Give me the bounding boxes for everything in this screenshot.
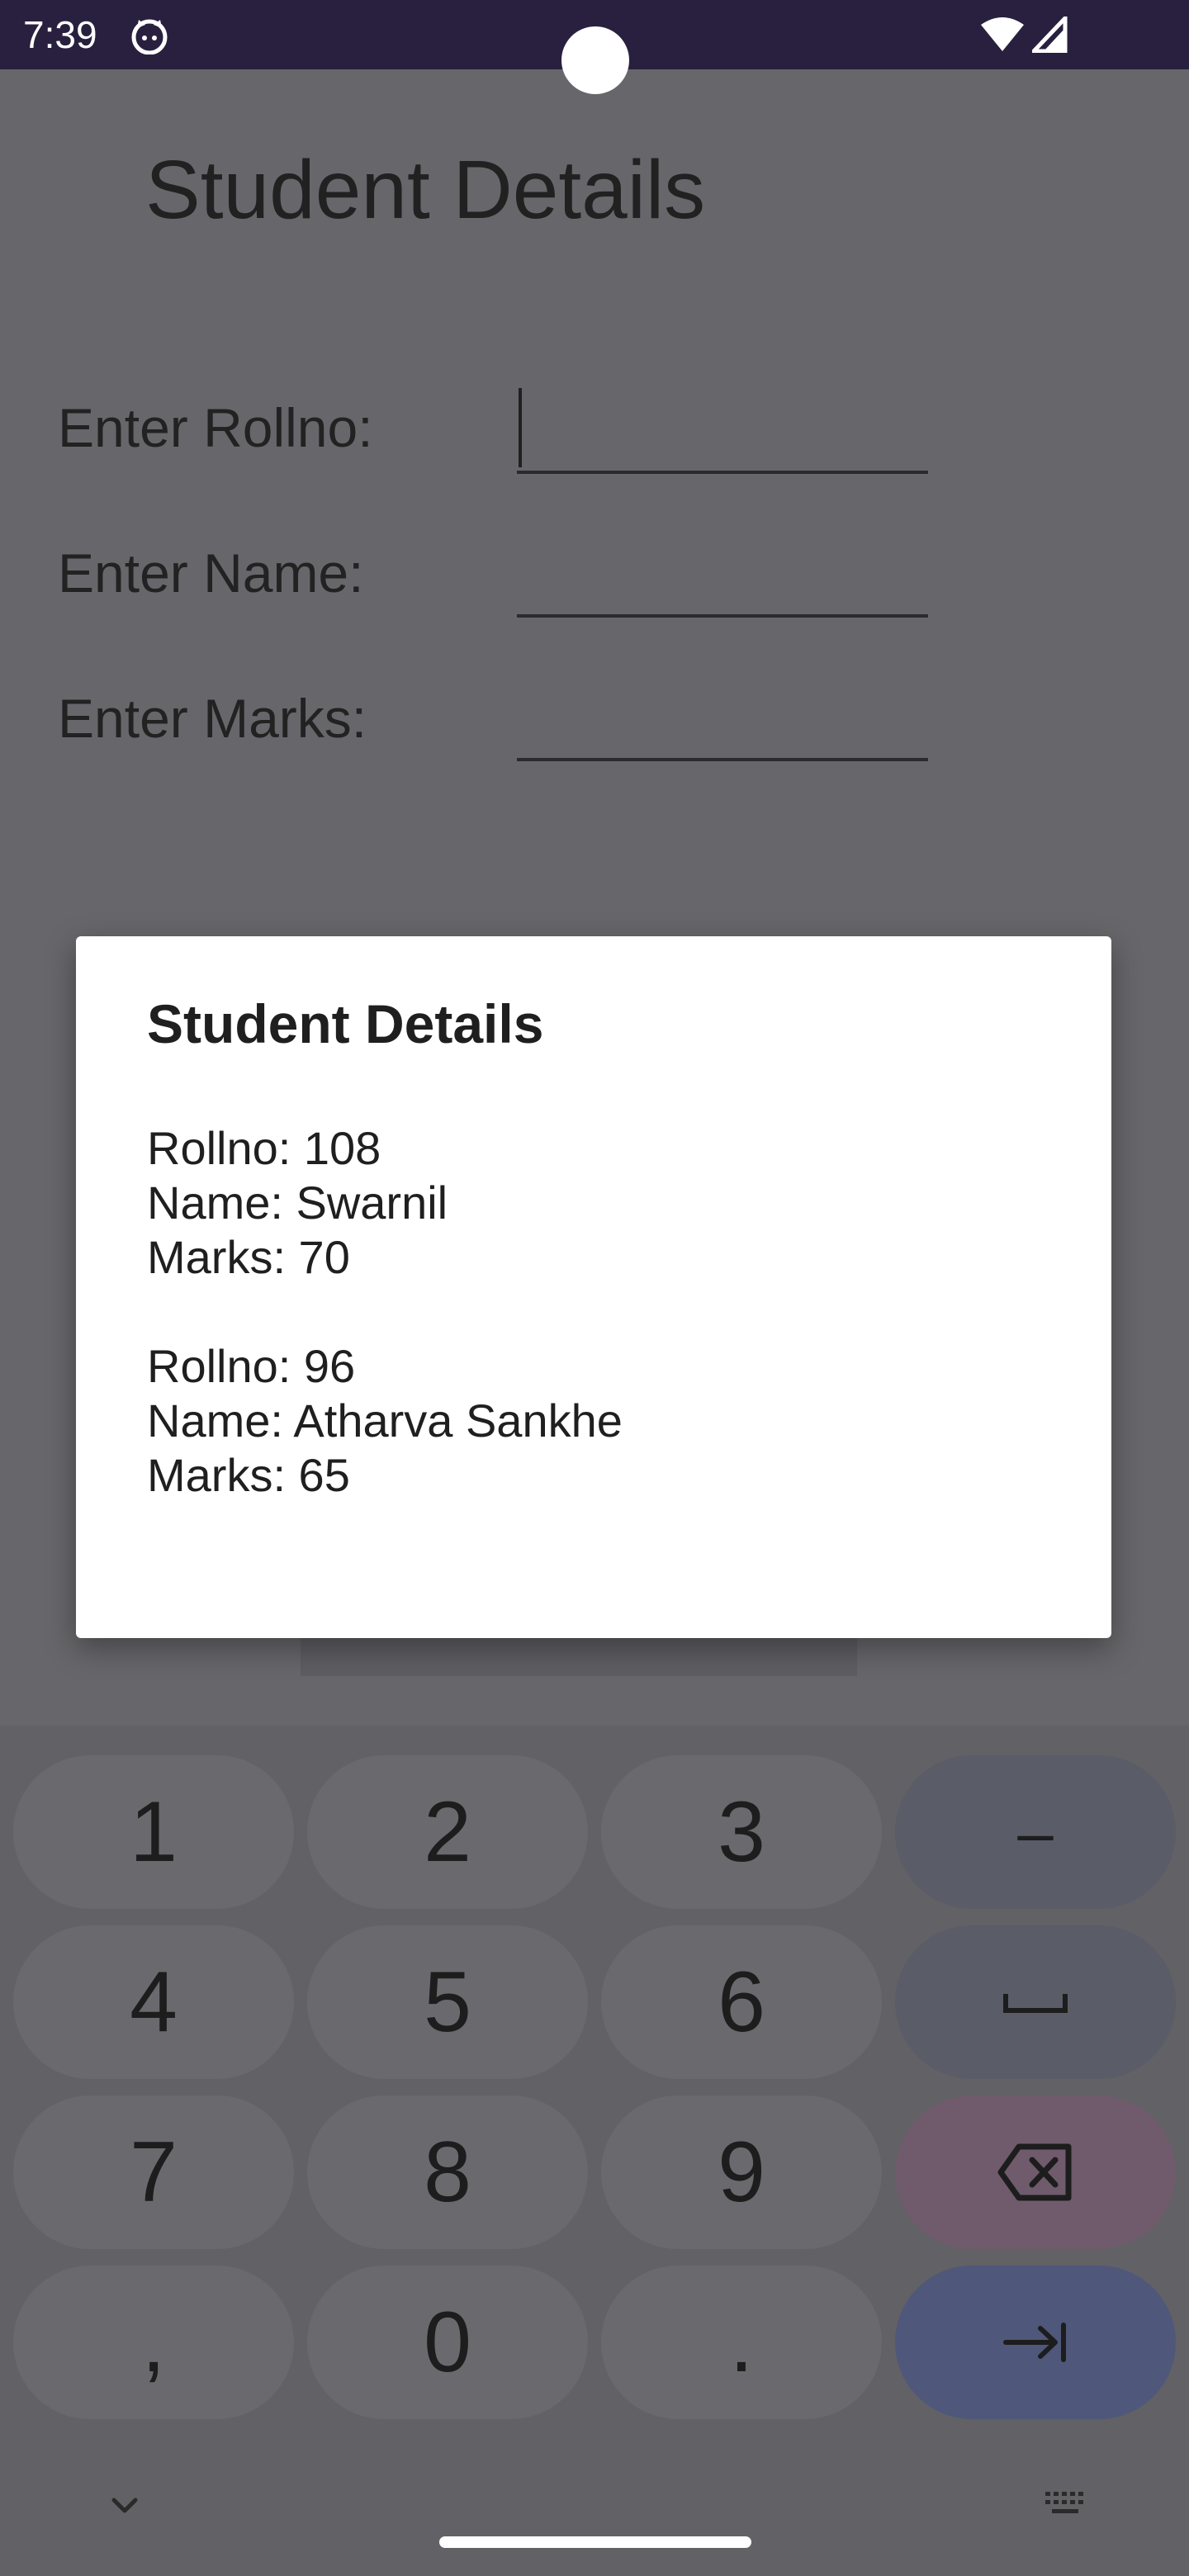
rollno-input[interactable] xyxy=(517,401,928,472)
dialog-title: Student Details xyxy=(147,993,544,1054)
marks-underline xyxy=(517,758,928,761)
marks-label: Enter Marks: xyxy=(58,688,367,749)
key-next[interactable] xyxy=(895,2266,1176,2419)
text-cursor xyxy=(519,388,522,467)
camera-cutout xyxy=(561,26,629,94)
key-8[interactable]: 8 xyxy=(307,2095,588,2249)
name-input[interactable] xyxy=(517,545,928,616)
rollno-label: Enter Rollno: xyxy=(58,397,373,458)
key-4[interactable]: 4 xyxy=(13,1925,294,2079)
dialog-line-name-1: Name: Swarnil xyxy=(147,1177,448,1229)
key-minus[interactable]: – xyxy=(895,1755,1176,1909)
key-6[interactable]: 6 xyxy=(601,1925,882,2079)
key-5[interactable]: 5 xyxy=(307,1925,588,2079)
status-time: 7:39 xyxy=(23,13,97,56)
keyboard-icon[interactable] xyxy=(1042,2487,1092,2520)
chevron-down-icon[interactable] xyxy=(104,2488,145,2522)
key-3[interactable]: 3 xyxy=(601,1755,882,1909)
backspace-icon xyxy=(997,2143,1073,2201)
marks-input[interactable] xyxy=(517,690,928,761)
key-2[interactable]: 2 xyxy=(307,1755,588,1909)
dialog-line-rollno-2: Rollno: 96 xyxy=(147,1340,356,1392)
gesture-nav-handle[interactable] xyxy=(439,2536,751,2548)
dialog-line-rollno-1: Rollno: 108 xyxy=(147,1122,381,1174)
key-comma[interactable]: , xyxy=(13,2266,294,2419)
student-details-dialog: Student Details Rollno: 108 Name: Swarni… xyxy=(76,936,1111,1638)
dialog-line-name-2: Name: Atharva Sankhe xyxy=(147,1395,623,1447)
key-7[interactable]: 7 xyxy=(13,2095,294,2249)
key-backspace[interactable] xyxy=(895,2095,1176,2249)
space-bar-icon xyxy=(1002,1986,1068,2019)
key-period[interactable]: . xyxy=(601,2266,882,2419)
wifi-icon xyxy=(979,17,1026,53)
dialog-line-marks-1: Marks: 70 xyxy=(147,1231,350,1283)
key-1[interactable]: 1 xyxy=(13,1755,294,1909)
key-9[interactable]: 9 xyxy=(601,2095,882,2249)
cell-signal-icon xyxy=(1029,12,1068,54)
name-label: Enter Name: xyxy=(58,542,364,604)
name-underline xyxy=(517,614,928,618)
rollno-underline xyxy=(517,471,928,474)
dialog-line-marks-2: Marks: 65 xyxy=(147,1449,350,1501)
android-cat-icon xyxy=(130,17,168,55)
key-space[interactable] xyxy=(895,1925,1176,2079)
page-title: Student Details xyxy=(145,144,706,236)
tab-next-icon xyxy=(1002,2322,1068,2363)
key-0[interactable]: 0 xyxy=(307,2266,588,2419)
